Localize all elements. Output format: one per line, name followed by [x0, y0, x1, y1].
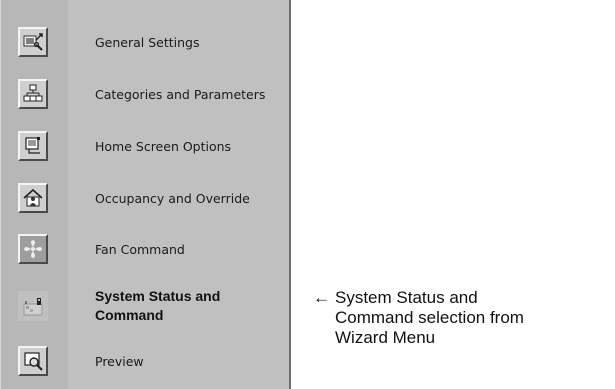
occupancy-icon	[18, 183, 48, 213]
menu-item-home-screen-options[interactable]: Home Screen Options	[0, 122, 289, 170]
wizard-menu-screenshot: General Settings Categories and Paramete…	[0, 0, 615, 389]
menu-item-label: Home Screen Options	[95, 138, 232, 154]
menu-item-label: Preview	[95, 353, 144, 369]
menu-item-label: Categories and Parameters	[95, 86, 266, 102]
menu-item-system-status-and-command[interactable]: System Status and Command	[0, 282, 289, 330]
wizard-menu-panel: General Settings Categories and Paramete…	[0, 0, 291, 389]
annotation-text: System Status and Command selection from…	[335, 288, 524, 347]
left-arrow-icon: ←	[313, 288, 330, 307]
menu-item-label: Occupancy and Override	[95, 190, 250, 206]
menu-item-categories-and-parameters[interactable]: Categories and Parameters	[0, 70, 289, 118]
menu-item-label: General Settings	[95, 34, 200, 50]
menu-item-occupancy-and-override[interactable]: Occupancy and Override	[0, 174, 289, 222]
hierarchy-icon	[18, 79, 48, 109]
menu-item-general-settings[interactable]: General Settings	[0, 18, 289, 66]
menu-item-label: System Status and Command	[95, 288, 221, 323]
fan-icon	[18, 234, 48, 264]
home-screen-icon	[18, 131, 48, 161]
system-status-icon	[18, 291, 48, 321]
preview-icon	[18, 346, 48, 376]
settings-icon	[18, 27, 48, 57]
menu-item-preview[interactable]: Preview	[0, 337, 289, 385]
menu-item-fan-command[interactable]: Fan Command	[0, 225, 289, 273]
menu-item-label: Fan Command	[95, 241, 185, 257]
